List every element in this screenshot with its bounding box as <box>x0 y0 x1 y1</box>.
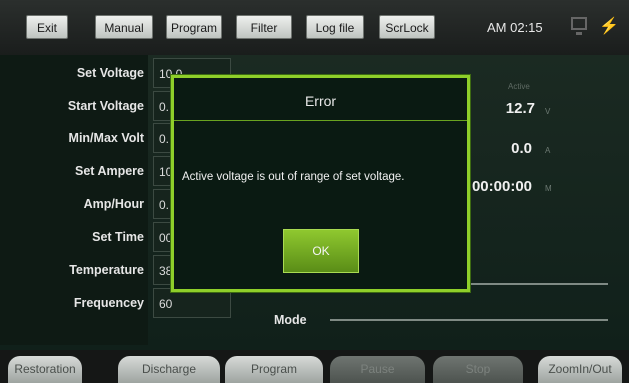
discharge-tab[interactable]: Discharge <box>118 356 220 383</box>
pause-tab[interactable]: Pause <box>330 356 425 383</box>
manual-button[interactable]: Manual <box>95 15 153 39</box>
clock: AM 02:15 <box>487 20 543 35</box>
active-voltage-value: 12.7 <box>505 100 535 117</box>
frequency-field[interactable]: 60 <box>153 288 231 318</box>
stop-tab[interactable]: Stop <box>433 356 523 383</box>
amp-hour-label: Amp/Hour <box>83 197 144 211</box>
min-max-volt-label: Min/Max Volt <box>68 131 144 145</box>
restoration-tab[interactable]: Restoration <box>8 356 82 383</box>
current-unit: A <box>545 146 551 155</box>
zoom-in-out-tab[interactable]: ZoomIn/Out <box>538 356 622 383</box>
program-button[interactable]: Program <box>166 15 222 39</box>
active-header: Active <box>508 82 530 91</box>
dialog-title: Error <box>304 93 337 109</box>
set-time-label: Set Time <box>92 230 144 244</box>
progress-line <box>470 283 608 285</box>
mode-line <box>330 319 608 321</box>
ok-button[interactable]: OK <box>283 229 359 273</box>
filter-button[interactable]: Filter <box>236 15 292 39</box>
exit-button[interactable]: Exit <box>26 15 68 39</box>
temperature-label: Temperature <box>69 263 144 277</box>
time-unit: M <box>545 184 552 193</box>
frequency-label: Frequencey <box>73 296 144 310</box>
active-current-value: 0.0 <box>511 140 532 157</box>
set-voltage-label: Set Voltage <box>76 66 144 80</box>
scrlock-button[interactable]: ScrLock <box>379 15 435 39</box>
mode-label: Mode <box>274 313 307 327</box>
error-dialog: Error Active voltage is out of range of … <box>171 75 470 292</box>
active-time-value: 00:00:00 <box>471 178 532 195</box>
voltage-unit: V <box>545 107 551 116</box>
monitor-icon <box>571 17 587 35</box>
log-file-button[interactable]: Log file <box>306 15 364 39</box>
program-tab[interactable]: Program <box>225 356 323 383</box>
dialog-message: Active voltage is out of range of set vo… <box>182 171 405 183</box>
set-ampere-label: Set Ampere <box>74 164 144 178</box>
top-toolbar: Exit Manual Program Filter Log file ScrL… <box>0 0 629 55</box>
start-voltage-label: Start Voltage <box>67 99 144 113</box>
dialog-divider <box>174 120 467 121</box>
usb-icon: ⚡ <box>599 18 619 35</box>
